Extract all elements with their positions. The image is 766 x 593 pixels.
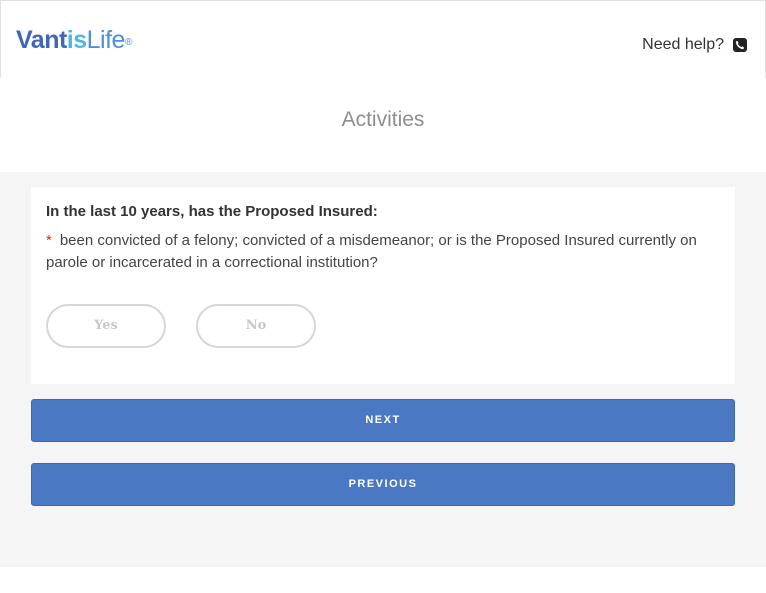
question-heading: In the last 10 years, has the Proposed I… (46, 203, 378, 220)
question-card: In the last 10 years, has the Proposed I… (31, 187, 735, 384)
required-marker: * (46, 232, 52, 249)
header: VantisLife® Need help? (0, 0, 766, 79)
content-area: In the last 10 years, has the Proposed I… (0, 172, 766, 567)
next-button[interactable]: NEXT (31, 399, 735, 442)
page-title: Activities (341, 108, 425, 131)
question-text: been convicted of a felony; convicted of… (46, 232, 697, 271)
yes-button[interactable]: Yes (46, 304, 166, 348)
question-text-block: * been convicted of a felony; convicted o… (46, 230, 726, 274)
need-help-label: Need help? (642, 36, 724, 53)
title-band: Activities (0, 78, 766, 172)
vantis-life-logo[interactable]: VantisLife® (16, 25, 132, 55)
no-button[interactable]: No (196, 304, 316, 348)
previous-button[interactable]: PREVIOUS (31, 463, 735, 506)
need-help-link[interactable]: Need help? (642, 36, 747, 54)
registered-mark: ® (124, 37, 132, 48)
page: VantisLife® Need help? Activities In the… (0, 0, 766, 593)
logo-brand-text: Vant (16, 26, 67, 54)
logo-accent-text: is (66, 26, 87, 54)
phone-icon[interactable] (733, 38, 747, 52)
logo-life-text: Life (86, 26, 126, 54)
